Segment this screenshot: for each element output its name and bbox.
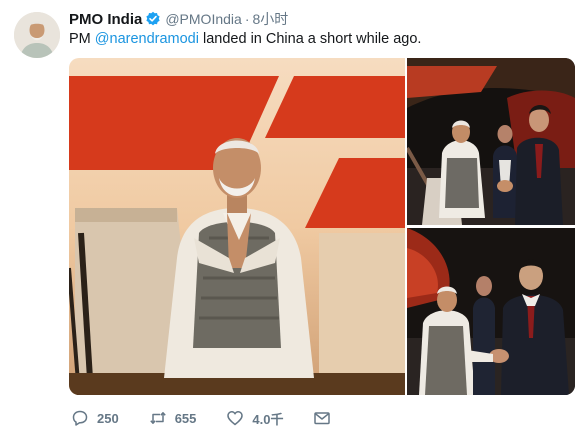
photo-main-image bbox=[69, 58, 405, 395]
tweet-timestamp[interactable]: 8小时 bbox=[252, 9, 288, 29]
photo-bottom-right-image bbox=[407, 228, 575, 395]
photo-top-right-image bbox=[407, 58, 575, 225]
reply-button[interactable]: 250 bbox=[71, 409, 119, 427]
retweet-button[interactable]: 655 bbox=[149, 409, 197, 427]
photo-top-right[interactable] bbox=[407, 58, 575, 225]
profile-avatar[interactable] bbox=[14, 12, 60, 58]
photo-main[interactable] bbox=[69, 58, 405, 395]
reply-count: 250 bbox=[97, 410, 119, 426]
mention-link[interactable]: @narendramodi bbox=[95, 31, 199, 47]
photo-bottom-right[interactable] bbox=[407, 228, 575, 395]
tweet-header: PMO India @PMOIndia · 8小时 bbox=[69, 9, 288, 29]
like-button[interactable]: 4.0千 bbox=[226, 409, 283, 428]
tweet-text: PM @narendramodi landed in China a short… bbox=[69, 31, 421, 47]
display-name[interactable]: PMO India bbox=[69, 11, 142, 28]
verified-badge-icon bbox=[145, 11, 161, 27]
reply-icon bbox=[71, 409, 89, 427]
like-count: 4.0千 bbox=[252, 411, 284, 427]
tweet-actions: 250 655 4.0千 bbox=[71, 407, 361, 429]
separator-dot: · bbox=[244, 11, 250, 27]
user-handle[interactable]: @PMOIndia bbox=[165, 11, 241, 27]
tweet-text-suffix: landed in China a short while ago. bbox=[198, 31, 422, 47]
retweet-icon bbox=[149, 409, 167, 427]
direct-message-icon bbox=[313, 409, 331, 427]
direct-message-button[interactable] bbox=[313, 409, 331, 427]
avatar-image bbox=[14, 12, 60, 58]
tweet-text-prefix: PM bbox=[69, 31, 95, 47]
tweet-card: PMO India @PMOIndia · 8小时 PM @narendramo… bbox=[0, 0, 588, 443]
retweet-count: 655 bbox=[174, 410, 197, 426]
media-grid bbox=[69, 58, 575, 395]
like-icon bbox=[226, 409, 244, 427]
